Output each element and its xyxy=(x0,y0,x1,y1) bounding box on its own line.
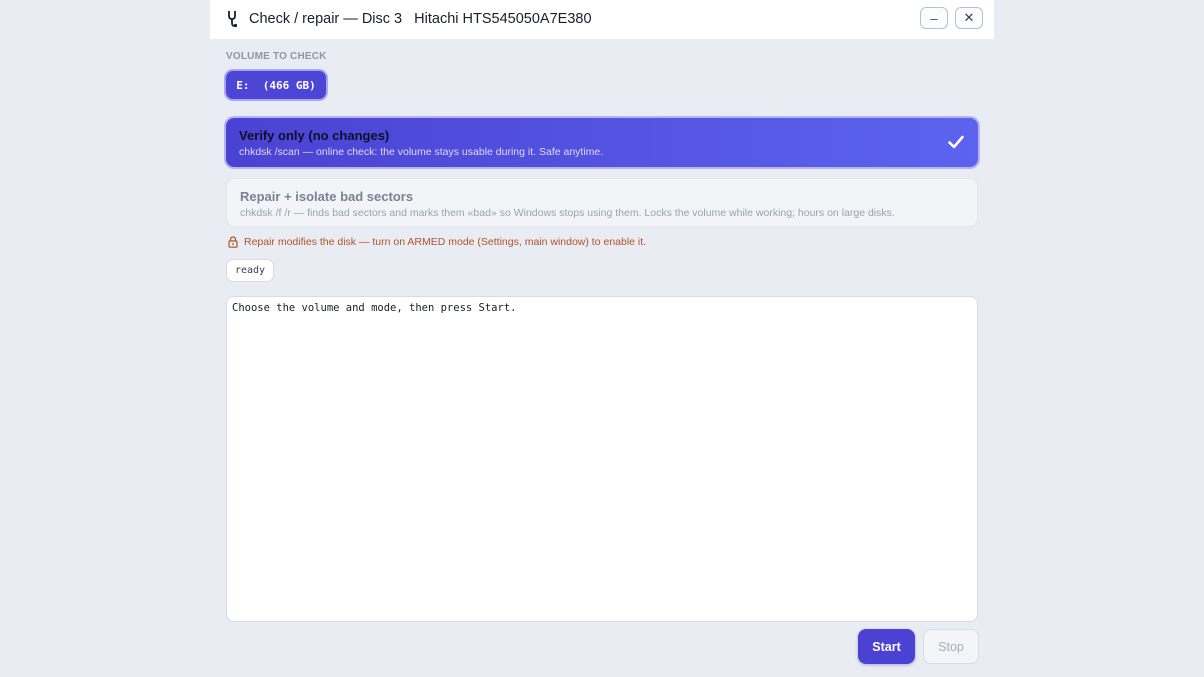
mode-option-verify[interactable]: Verify only (no changes) chkdsk /scan — … xyxy=(226,118,978,167)
close-button[interactable]: ✕ xyxy=(955,7,983,29)
mode-title: Repair + isolate bad sectors xyxy=(240,189,414,204)
volume-section-label: VOLUME TO CHECK xyxy=(226,51,327,62)
output-log[interactable]: Choose the volume and mode, then press S… xyxy=(226,296,978,622)
minimize-button[interactable]: – xyxy=(920,7,948,29)
stethoscope-icon xyxy=(228,11,238,28)
armed-warning: Repair modifies the disk — turn on ARMED… xyxy=(228,236,646,248)
volume-chip-e[interactable]: E: (466 GB) xyxy=(226,71,326,99)
lock-icon xyxy=(228,236,238,248)
window-title: Check / repair — Disc 3 Hitachi HTS54505… xyxy=(249,11,592,27)
title-bar: Check / repair — Disc 3 Hitachi HTS54505… xyxy=(210,0,994,39)
mode-title: Verify only (no changes) xyxy=(239,128,390,143)
start-button[interactable]: Start xyxy=(858,629,915,664)
mode-option-repair[interactable]: Repair + isolate bad sectors chkdsk /f /… xyxy=(226,178,978,227)
status-badge: ready xyxy=(226,259,274,282)
warning-text: Repair modifies the disk — turn on ARMED… xyxy=(244,236,647,248)
chkdsk-window: Check / repair — Disc 3 Hitachi HTS54505… xyxy=(210,0,994,677)
checkmark-icon xyxy=(948,135,964,149)
mode-description: chkdsk /f /r — finds bad sectors and mar… xyxy=(240,207,895,219)
close-icon: ✕ xyxy=(963,10,975,25)
mode-description: chkdsk /scan — online check: the volume … xyxy=(239,146,604,158)
stop-button[interactable]: Stop xyxy=(923,629,979,664)
log-text: Choose the volume and mode, then press S… xyxy=(232,302,517,314)
minimize-icon: – xyxy=(930,10,938,26)
